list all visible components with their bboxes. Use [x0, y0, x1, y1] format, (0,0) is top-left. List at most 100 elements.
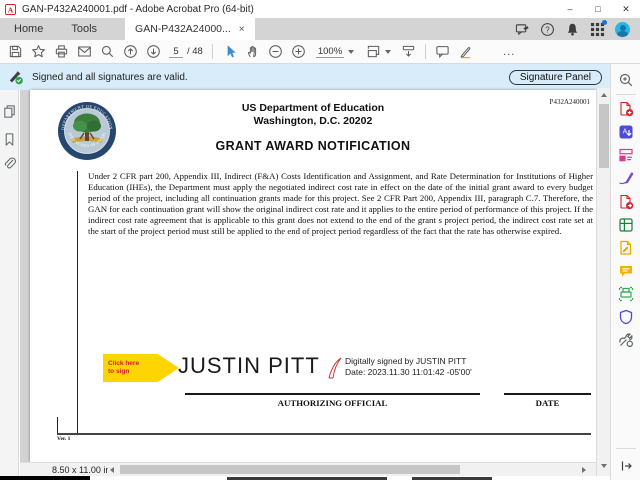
- svg-text:A: A: [8, 5, 14, 14]
- signature-detail-line2: Date: 2023.11.30 11:01:42 -05'00': [345, 367, 472, 378]
- zoom-out-icon[interactable]: [264, 41, 287, 63]
- tab-close-icon[interactable]: ×: [239, 24, 245, 35]
- form-border-line: [57, 417, 58, 434]
- vertical-scrollbar-thumb[interactable]: [599, 104, 609, 168]
- previous-page-icon[interactable]: [119, 41, 142, 63]
- search-tool-icon[interactable]: [618, 72, 634, 88]
- attachments-icon[interactable]: [2, 156, 17, 171]
- tools-panel: A: [610, 64, 640, 480]
- acrobat-icon: A: [5, 4, 16, 15]
- status-bar: 8.50 x 11.00 in: [20, 462, 596, 476]
- print-icon[interactable]: [50, 41, 73, 63]
- help-icon[interactable]: ?: [540, 22, 555, 37]
- page-thumbnails-icon[interactable]: [2, 104, 17, 119]
- form-version-label: Ver. 1: [57, 436, 70, 442]
- document-title: GRANT AWARD NOTIFICATION: [30, 139, 596, 153]
- window-title: GAN-P432A240001.pdf - Adobe Acrobat Pro …: [22, 4, 556, 15]
- window-controls: – □ ✕: [556, 0, 640, 18]
- comment-tool-icon[interactable]: [618, 263, 634, 279]
- panel-divider: [616, 448, 636, 449]
- background-window-edge: [0, 476, 90, 480]
- fill-sign-icon[interactable]: [618, 170, 634, 186]
- title-bar: A GAN-P432A240001.pdf - Adobe Acrobat Pr…: [0, 0, 640, 18]
- page-fit-control[interactable]: [366, 44, 391, 59]
- zoom-level-control[interactable]: 100%: [316, 46, 354, 58]
- main-toolbar: 5 / 48 100% ...: [0, 40, 640, 64]
- scroll-up-icon[interactable]: [601, 93, 607, 97]
- select-tool-icon[interactable]: [218, 41, 241, 63]
- panel-divider: [616, 94, 636, 95]
- scan-ocr-icon[interactable]: [618, 286, 634, 302]
- more-tools-button[interactable]: ...: [503, 46, 515, 58]
- close-button[interactable]: ✕: [612, 0, 640, 18]
- authorizing-official-label: AUTHORIZING OFFICIAL: [185, 398, 480, 408]
- document-canvas: DEPARTMENT OF EDUCATION UNITED STATES OF…: [20, 90, 596, 462]
- tab-tools[interactable]: Tools: [57, 18, 111, 40]
- svg-text:A: A: [623, 129, 628, 136]
- convert-pdf-icon[interactable]: [618, 194, 634, 210]
- edit-pdf-icon[interactable]: [618, 217, 634, 233]
- horizontal-scrollbar-thumb[interactable]: [120, 465, 460, 474]
- signature-panel-button[interactable]: Signature Panel: [509, 70, 602, 85]
- organize-pages-icon[interactable]: [618, 147, 634, 163]
- collapse-panel-icon[interactable]: [618, 458, 634, 474]
- next-page-icon[interactable]: [142, 41, 165, 63]
- app-grid-icon[interactable]: [590, 22, 605, 37]
- notifications-bell-icon[interactable]: [565, 22, 580, 37]
- page-scrolling-icon[interactable]: [397, 41, 420, 63]
- zoom-level-value[interactable]: 100%: [316, 46, 344, 58]
- scroll-right-icon[interactable]: [582, 467, 586, 473]
- feedback-icon[interactable]: [515, 22, 530, 37]
- vertical-scrollbar[interactable]: [596, 88, 610, 476]
- agency-name: US Department of Education: [30, 102, 596, 114]
- tab-home[interactable]: Home: [0, 18, 57, 40]
- scroll-left-icon[interactable]: [110, 467, 114, 473]
- sign-pen-icon[interactable]: [454, 41, 477, 63]
- digital-signature-mark-icon: [327, 356, 343, 380]
- signature-status-message: Signed and all signatures are valid.: [32, 72, 509, 83]
- maximize-button[interactable]: □: [584, 0, 612, 18]
- notification-dot: [602, 20, 607, 25]
- save-icon[interactable]: [4, 41, 27, 63]
- scroll-down-icon[interactable]: [601, 464, 607, 468]
- toolbar-separator: [425, 44, 426, 59]
- hand-tool-icon[interactable]: [241, 41, 264, 63]
- left-navigation-rail: [0, 90, 19, 476]
- horizontal-scrollbar[interactable]: [108, 464, 588, 475]
- page-number-input[interactable]: 5: [169, 46, 183, 58]
- export-pdf-icon[interactable]: A: [618, 124, 634, 140]
- page-number-control: 5 / 48: [169, 46, 203, 58]
- minimize-button[interactable]: –: [556, 0, 584, 18]
- pdf-page: DEPARTMENT OF EDUCATION UNITED STATES OF…: [30, 90, 596, 462]
- tab-document[interactable]: GAN-P432A24000... ×: [125, 18, 255, 40]
- favorite-star-icon[interactable]: [27, 41, 50, 63]
- signature-rule-line: [185, 393, 480, 395]
- email-icon[interactable]: [73, 41, 96, 63]
- date-label: DATE: [504, 398, 591, 408]
- click-to-sign-line1: Click here: [108, 360, 179, 368]
- comment-icon[interactable]: [431, 41, 454, 63]
- click-to-sign-tag[interactable]: Click here to sign: [103, 354, 179, 382]
- signature-valid-icon: [8, 69, 24, 85]
- acrobat-window: A GAN-P432A240001.pdf - Adobe Acrobat Pr…: [0, 0, 640, 480]
- more-tools-icon[interactable]: [618, 332, 634, 348]
- click-to-sign-line2: to sign: [108, 368, 179, 376]
- request-signatures-icon[interactable]: [618, 240, 634, 256]
- tab-bar: Home Tools GAN-P432A24000... × ?: [0, 18, 640, 40]
- document-body-paragraph: Under 2 CFR part 200, Appendix III, Indi…: [88, 171, 593, 236]
- signature-status-bar: Signed and all signatures are valid. Sig…: [0, 64, 610, 90]
- form-bottom-line: [57, 433, 591, 435]
- chevron-down-icon[interactable]: [348, 50, 354, 54]
- bookmarks-icon[interactable]: [2, 132, 17, 147]
- zoom-in-icon[interactable]: [287, 41, 310, 63]
- protect-pdf-icon[interactable]: [618, 309, 634, 325]
- page-total-label: / 48: [187, 46, 203, 57]
- page-fit-icon[interactable]: [366, 44, 381, 59]
- signature-name[interactable]: JUSTIN PITT: [178, 353, 320, 379]
- create-pdf-icon[interactable]: [618, 101, 634, 117]
- agency-address: Washington, D.C. 20202: [30, 115, 596, 127]
- user-avatar[interactable]: [615, 22, 630, 37]
- search-icon[interactable]: [96, 41, 119, 63]
- chevron-down-icon[interactable]: [385, 50, 391, 54]
- svg-text:?: ?: [545, 25, 550, 34]
